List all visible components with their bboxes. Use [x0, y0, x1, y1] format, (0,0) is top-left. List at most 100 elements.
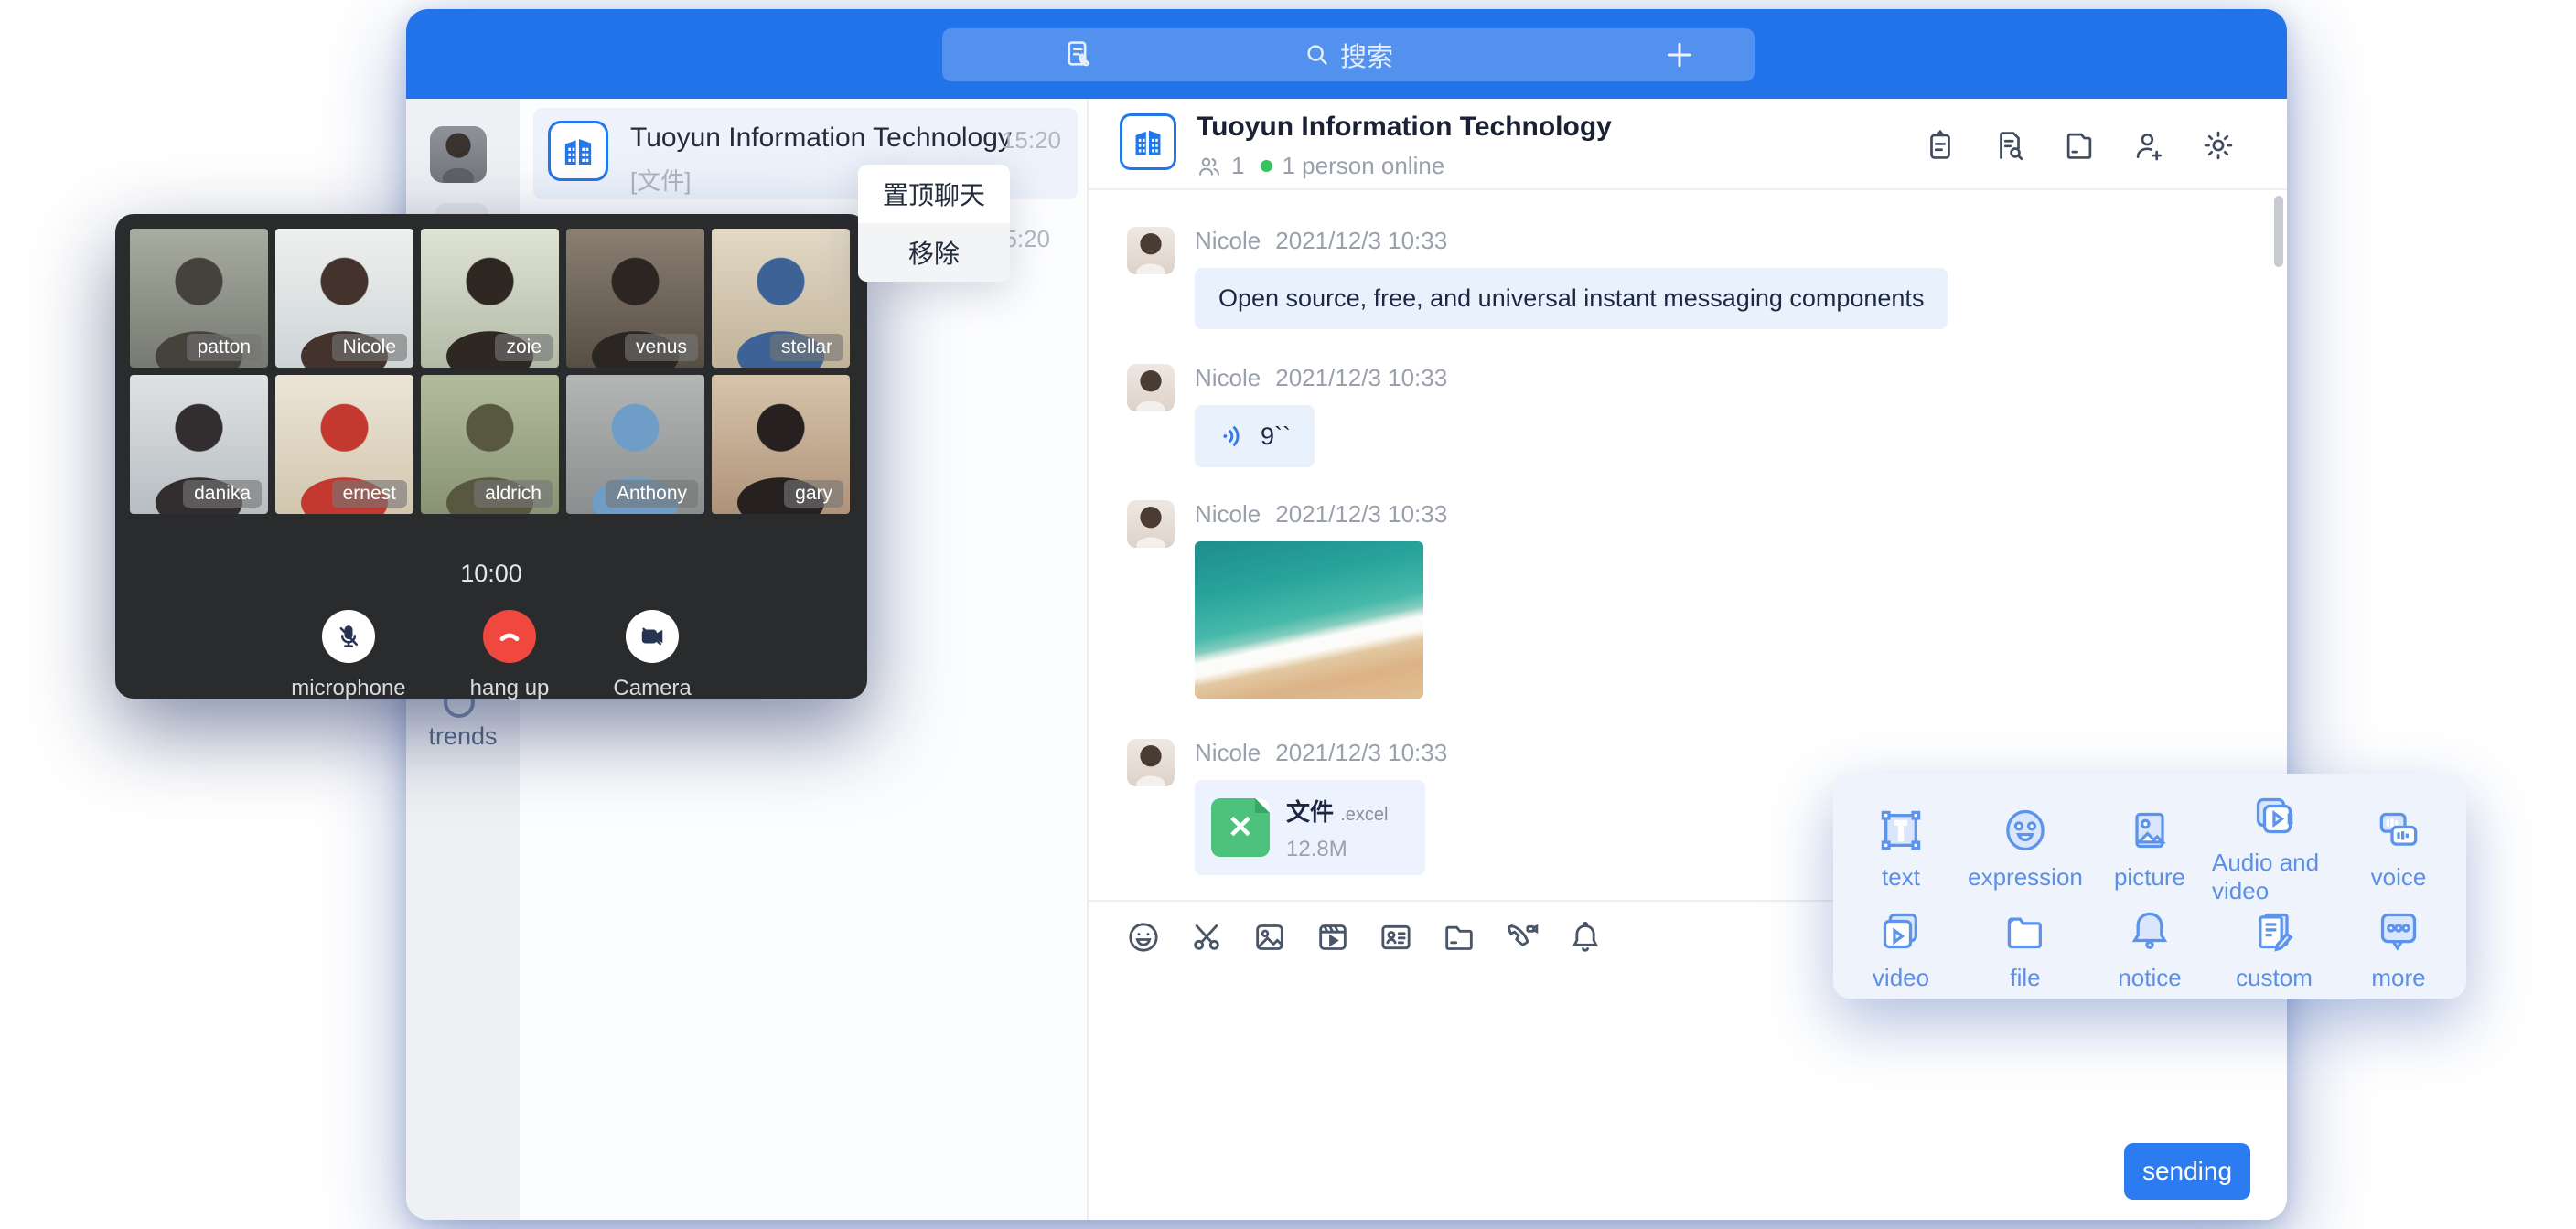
search-field[interactable]: 搜索 — [942, 28, 1755, 81]
sender-avatar[interactable] — [1127, 227, 1175, 274]
menu-item-pin-chat[interactable]: 置顶聊天 — [858, 165, 1010, 223]
user-avatar[interactable] — [430, 126, 487, 183]
image-icon[interactable] — [1251, 919, 1288, 956]
message-type-panel: text expression picture — [1833, 774, 2466, 999]
picture-icon — [2124, 805, 2175, 856]
notification-icon[interactable] — [1567, 919, 1604, 956]
video-call-panel: patton Nicole zoie venus stellar danika … — [115, 214, 867, 699]
call-tile-2: zoie — [421, 229, 559, 368]
call-tile-0: patton — [130, 229, 268, 368]
sender-avatar[interactable] — [1127, 739, 1175, 786]
folder-icon[interactable] — [1441, 919, 1477, 956]
audio-video-icon — [2249, 790, 2300, 841]
add-member-icon[interactable] — [2131, 128, 2166, 163]
search-icon — [1304, 41, 1331, 69]
more-icon — [2373, 905, 2424, 956]
camera-muted-icon — [639, 623, 666, 650]
announcement-icon[interactable] — [1923, 128, 1958, 163]
contact-card-icon[interactable] — [1378, 919, 1414, 956]
participant-name: Nicole — [332, 334, 407, 361]
online-dot — [1261, 160, 1272, 172]
video-call-icon[interactable] — [1504, 919, 1540, 956]
message-time: 2021/12/3 10:33 — [1275, 227, 1447, 255]
participant-name: gary — [784, 480, 843, 508]
sender-name: Nicole — [1195, 739, 1261, 767]
settings-icon[interactable] — [2201, 128, 2236, 163]
participant-name: venus — [625, 334, 698, 361]
hangup-icon — [495, 622, 524, 651]
attach-item-custom[interactable]: custom — [2212, 905, 2336, 992]
voice-bubble[interactable]: 9`` — [1195, 405, 1315, 467]
emoji-icon[interactable] — [1125, 919, 1162, 956]
call-tile-7: aldrich — [421, 375, 559, 514]
message-voice: Nicole 2021/12/3 10:33 9`` — [1127, 364, 2287, 467]
scrollbar-thumb[interactable] — [2274, 196, 2283, 267]
call-controls: microphone hang up Camera — [115, 610, 867, 701]
online-count: 1 person online — [1282, 152, 1444, 180]
attach-item-picture[interactable]: picture — [2088, 790, 2212, 905]
mic-muted-icon — [335, 623, 362, 650]
attach-item-more[interactable]: more — [2336, 905, 2461, 992]
participant-grid: patton Nicole zoie venus stellar danika … — [115, 214, 867, 529]
call-timer: 10:00 — [115, 560, 867, 588]
menu-item-remove[interactable]: 移除 — [858, 223, 1010, 282]
attach-item-file[interactable]: file — [1963, 905, 2088, 992]
attach-item-notice[interactable]: notice — [2088, 905, 2212, 992]
sender-avatar[interactable] — [1127, 500, 1175, 548]
file-bubble[interactable]: ✕ 文件 .excel 12.8M — [1195, 780, 1425, 875]
participant-name: stellar — [770, 334, 843, 361]
hangup-button[interactable] — [483, 610, 536, 663]
call-tile-1: Nicole — [275, 229, 413, 368]
voice-icon — [2373, 805, 2424, 856]
custom-icon — [2249, 905, 2300, 956]
send-button[interactable]: sending — [2124, 1143, 2250, 1200]
message-time: 2021/12/3 10:33 — [1275, 739, 1447, 767]
call-tile-9: gary — [712, 375, 850, 514]
plus-icon[interactable] — [1661, 37, 1698, 78]
call-tile-8: Anthony — [566, 375, 704, 514]
sender-avatar[interactable] — [1127, 364, 1175, 411]
call-tile-4: stellar — [712, 229, 850, 368]
hangup-label: hang up — [470, 676, 550, 701]
participant-name: zoie — [495, 334, 553, 361]
beach-photo[interactable] — [1195, 541, 1423, 699]
participant-name: Anthony — [606, 480, 698, 508]
chat-subtitle: 1 1 person online — [1197, 152, 1444, 180]
app-page: 搜索 trends — [0, 0, 2576, 1229]
file-size: 12.8M — [1286, 837, 1389, 862]
participant-name: danika — [183, 480, 262, 508]
chat-header: Tuoyun Information Technology 1 1 person… — [1089, 99, 2287, 190]
sender-name: Nicole — [1195, 227, 1261, 255]
chat-organization-icon — [1120, 113, 1176, 170]
chat-title: Tuoyun Information Technology — [1197, 112, 1612, 143]
participant-name: ernest — [332, 480, 407, 508]
video-file-icon — [1875, 905, 1927, 956]
titlebar: 搜索 — [406, 9, 2287, 99]
attach-item-audio-video[interactable]: Audio and video — [2212, 790, 2336, 905]
video-icon[interactable] — [1315, 919, 1351, 956]
text-bubble[interactable]: Open source, free, and universal instant… — [1195, 268, 1948, 329]
participant-name: aldrich — [474, 480, 553, 508]
camera-mute-button[interactable] — [626, 610, 679, 663]
attach-item-video[interactable]: video — [1839, 905, 1963, 992]
message-time: 2021/12/3 10:33 — [1275, 500, 1447, 529]
rail-item-trends[interactable]: trends — [406, 722, 520, 751]
member-count: 1 — [1231, 152, 1244, 180]
attach-item-text[interactable]: text — [1839, 790, 1963, 905]
organization-icon — [548, 121, 608, 181]
chat-header-actions — [1923, 128, 2236, 163]
microphone-mute-button[interactable] — [322, 610, 375, 663]
doc-search-icon[interactable] — [1992, 128, 2027, 163]
conversation-time: 15:20 — [1002, 126, 1061, 155]
file-icon[interactable] — [2062, 128, 2097, 163]
attach-item-voice[interactable]: voice — [2336, 790, 2461, 905]
search-bar[interactable]: 搜索 — [942, 28, 1755, 81]
compose-area[interactable]: sending — [1089, 973, 2287, 1220]
screenshot-icon[interactable] — [1188, 919, 1225, 956]
text-icon — [1875, 805, 1927, 856]
participant-name: patton — [187, 334, 262, 361]
conversation-last-message: [文件] — [630, 163, 691, 197]
attach-item-expression[interactable]: expression — [1963, 790, 2088, 905]
excel-file-icon: ✕ — [1211, 798, 1270, 857]
voice-duration: 9`` — [1261, 422, 1291, 451]
